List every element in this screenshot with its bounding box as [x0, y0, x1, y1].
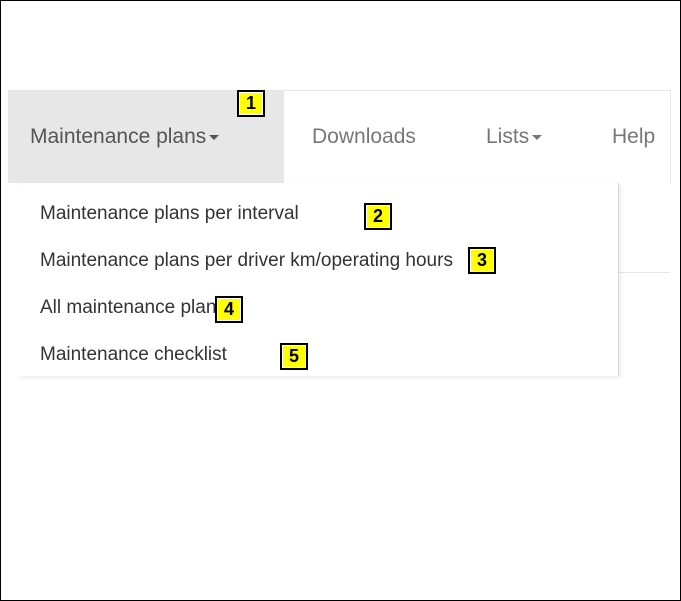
nav-lists[interactable]: Lists	[486, 91, 543, 183]
caret-down-icon	[532, 134, 543, 140]
marker-badge-1: 1	[237, 90, 265, 117]
nav-downloads[interactable]: Downloads	[312, 91, 416, 183]
dropdown-item-plans-per-driver-km[interactable]: Maintenance plans per driver km/operatin…	[40, 246, 453, 276]
content-divider	[618, 272, 670, 273]
nav-maintenance-plans-label: Maintenance plans	[30, 125, 207, 148]
nav-lists-label: Lists	[486, 125, 530, 148]
nav-help[interactable]: Help	[612, 91, 655, 183]
marker-badge-3: 3	[468, 247, 496, 274]
maintenance-plans-dropdown: Maintenance plans per interval Maintenan…	[18, 183, 619, 376]
marker-badge-2: 2	[364, 203, 392, 230]
marker-badge-5: 5	[280, 343, 308, 370]
marker-badge-4: 4	[215, 296, 243, 323]
dropdown-item-checklist[interactable]: Maintenance checklist	[40, 340, 227, 370]
top-navbar: Maintenance plans Downloads Lists Help	[8, 90, 671, 183]
caret-down-icon	[209, 134, 220, 140]
dropdown-item-plans-per-interval[interactable]: Maintenance plans per interval	[40, 199, 299, 229]
dropdown-item-all-plans[interactable]: All maintenance plans	[40, 293, 226, 323]
